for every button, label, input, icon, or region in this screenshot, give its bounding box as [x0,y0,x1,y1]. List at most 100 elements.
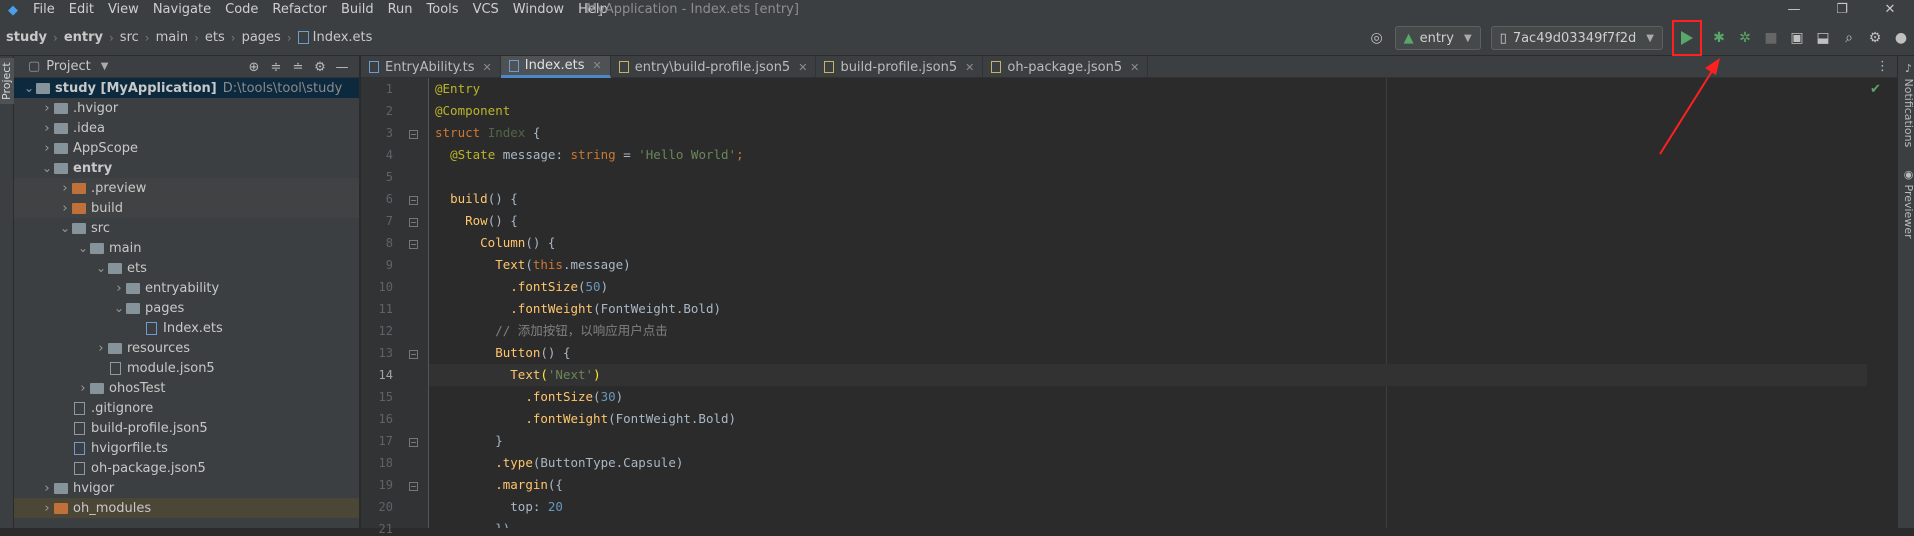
menu-item-code[interactable]: Code [218,0,265,20]
code-editor[interactable]: @Entry @Component struct Index { @State me… [429,78,1867,528]
breadcrumb-item[interactable]: ets [205,30,225,45]
expand-all-icon[interactable]: ≑ [265,60,287,75]
chevron-right-icon[interactable]: › [58,201,72,216]
fold-marker-icon[interactable]: − [409,196,418,205]
tree-item[interactable]: Index.ets [14,318,359,338]
tree-item[interactable]: ⌄ src [14,218,359,238]
more-tabs-icon[interactable]: ⋮ [1876,56,1889,78]
locate-icon[interactable]: ⊕ [243,60,265,75]
chevron-down-icon[interactable]: ⌄ [112,301,126,315]
chevron-right-icon[interactable]: › [76,381,90,396]
chevron-down-icon[interactable]: ▼ [101,61,109,72]
close-tab-icon[interactable]: ✕ [483,61,492,74]
tree-item[interactable]: › build [14,198,359,218]
chevron-down-icon[interactable]: ⌄ [58,221,72,235]
chevron-right-icon[interactable]: › [40,101,54,116]
breadcrumb-item[interactable]: entry [64,30,103,45]
editor-tab[interactable]: build-profile.json5 ✕ [816,56,984,78]
previewer-tool-tab[interactable]: ◉ Previewer [1898,168,1914,239]
tree-item[interactable]: › .preview [14,178,359,198]
breadcrumb-item[interactable]: study [6,30,47,45]
tree-item[interactable]: ⌄ pages [14,298,359,318]
fold-marker-icon[interactable]: − [409,130,418,139]
notifications-tool-tab[interactable]: ♪ Notifications [1898,62,1914,147]
sdk-manager-icon[interactable]: ⬓ [1810,25,1836,51]
tree-item[interactable]: › hvigor [14,478,359,498]
chevron-down-icon[interactable]: ⌄ [94,261,108,275]
tree-item[interactable]: module.json5 [14,358,359,378]
fold-marker-icon[interactable]: − [409,482,418,491]
tree-item[interactable]: › resources [14,338,359,358]
editor-tab[interactable]: oh-package.json5 ✕ [983,56,1149,78]
hide-icon[interactable]: — [331,60,353,75]
tree-item[interactable]: ⌄ study [MyApplication] D:\tools\tool\stud… [14,78,359,98]
menu-item-build[interactable]: Build [334,0,381,20]
breadcrumb-item[interactable]: src [120,30,139,45]
fold-marker-icon[interactable]: − [409,218,418,227]
tree-item[interactable]: ⌄ ets [14,258,359,278]
editor-tab[interactable]: Index.ets ✕ [500,56,611,78]
project-view-selector[interactable]: Project [46,59,90,74]
menu-item-edit[interactable]: Edit [62,0,101,20]
breadcrumb-item[interactable]: main [156,30,188,45]
run-button[interactable] [1672,20,1702,56]
fold-marker-icon[interactable]: − [409,240,418,249]
search-icon[interactable]: ⌕ [1836,25,1862,51]
stop-icon[interactable]: ■ [1758,25,1784,51]
target-icon[interactable]: ◎ [1364,25,1390,51]
project-tool-tab[interactable]: Project [0,58,14,104]
close-tab-icon[interactable]: ✕ [965,61,974,74]
tree-item[interactable]: ⌄ entry [14,158,359,178]
tree-item[interactable]: .gitignore [14,398,359,418]
breadcrumb-item[interactable]: pages [242,30,281,45]
tree-item[interactable]: oh-package.json5 [14,458,359,478]
menu-item-window[interactable]: Window [506,0,571,20]
tree-item[interactable]: › .hvigor [14,98,359,118]
device-selector[interactable]: ▯ 7ac49d03349f7f2d ▼ [1490,26,1663,50]
collapse-all-icon[interactable]: ≐ [287,60,309,75]
tree-item[interactable]: › entryability [14,278,359,298]
chevron-right-icon[interactable]: › [40,141,54,156]
menu-item-run[interactable]: Run [381,0,420,20]
menu-item-view[interactable]: View [101,0,146,20]
account-icon[interactable]: ● [1888,25,1914,51]
chevron-right-icon[interactable]: › [40,501,54,516]
chevron-down-icon[interactable]: ⌄ [22,81,36,95]
tree-item[interactable]: ⌄ main [14,238,359,258]
close-tab-icon[interactable]: ✕ [798,61,807,74]
chevron-down-icon[interactable]: ⌄ [40,161,54,175]
tree-item[interactable]: build-profile.json5 [14,418,359,438]
close-icon[interactable]: ✕ [1866,0,1914,20]
tree-item[interactable]: › oh_modules [14,498,359,518]
tree-item[interactable]: › AppScope [14,138,359,158]
close-tab-icon[interactable]: ✕ [1130,61,1139,74]
editor-tab[interactable]: entry\build-profile.json5 ✕ [611,56,817,78]
tree-item[interactable]: › ohosTest [14,378,359,398]
gear-icon[interactable]: ⚙ [309,60,331,75]
menu-item-navigate[interactable]: Navigate [146,0,218,20]
chevron-right-icon[interactable]: › [40,121,54,136]
tree-item[interactable]: › .idea [14,118,359,138]
module-selector[interactable]: ▲ entry ▼ [1394,26,1481,50]
settings-icon[interactable]: ⚙ [1862,25,1888,51]
menu-item-refactor[interactable]: Refactor [265,0,334,20]
tree-item[interactable]: hvigorfile.ts [14,438,359,458]
chevron-right-icon[interactable]: › [112,281,126,296]
chevron-right-icon[interactable]: › [94,341,108,356]
fold-marker-icon[interactable]: − [409,350,418,359]
menu-item-tools[interactable]: Tools [420,0,466,20]
chevron-right-icon[interactable]: › [58,181,72,196]
chevron-right-icon[interactable]: › [40,481,54,496]
device-manager-icon[interactable]: ▣ [1784,25,1810,51]
attach-debugger-icon[interactable]: ✲ [1732,25,1758,51]
menu-item-vcs[interactable]: VCS [466,0,506,20]
close-tab-icon[interactable]: ✕ [593,59,602,72]
restore-icon[interactable]: ❐ [1818,0,1866,20]
editor-tab[interactable]: EntryAbility.ts ✕ [361,56,501,78]
chevron-down-icon[interactable]: ⌄ [76,241,90,255]
fold-marker-icon[interactable]: − [409,438,418,447]
breadcrumb-item[interactable]: Index.ets [313,30,373,45]
minimize-icon[interactable]: — [1770,0,1818,20]
debug-icon[interactable]: ✱ [1706,25,1732,51]
menu-item-file[interactable]: File [26,0,62,20]
